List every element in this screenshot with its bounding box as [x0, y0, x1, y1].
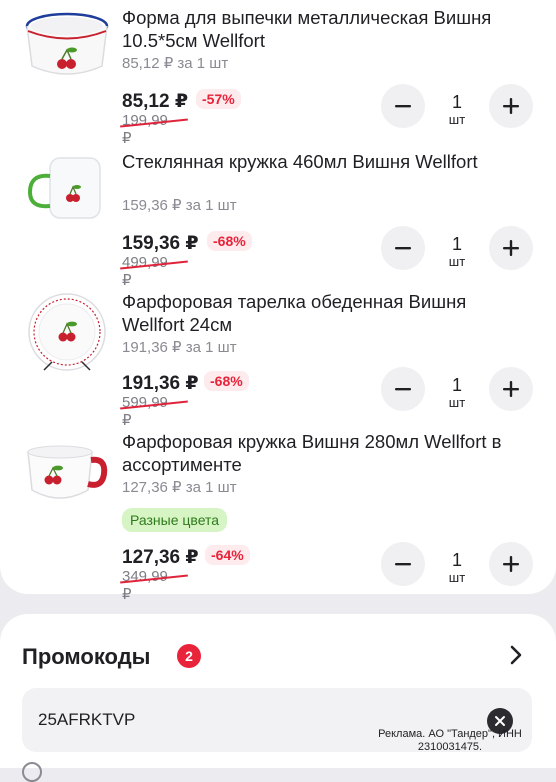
old-price: 499,99 ₽	[122, 254, 168, 289]
ad-disclaimer: Реклама. АО "Тандер", ИНН 2310031475.	[378, 728, 522, 753]
plus-icon	[503, 381, 519, 397]
product-image-porcelain-mug[interactable]	[22, 440, 112, 510]
cart-items-card: Форма для выпечки металлическая Вишня 10…	[0, 0, 556, 603]
quantity-display: 1 шт	[432, 92, 482, 128]
plus-icon	[503, 98, 519, 114]
unit-price: 85,12 ₽ за 1 шт	[122, 55, 229, 72]
unit-price: 127,36 ₽ за 1 шт	[122, 479, 237, 496]
increase-quantity-button[interactable]	[489, 226, 533, 270]
quantity-value: 1	[451, 550, 462, 570]
unit-price: 191,36 ₽ за 1 шт	[122, 339, 237, 356]
minus-icon	[395, 563, 411, 566]
minus-icon	[395, 105, 411, 108]
quantity-display: 1 шт	[432, 550, 482, 586]
decrease-quantity-button[interactable]	[381, 84, 425, 128]
plus-icon	[503, 240, 519, 256]
product-title[interactable]: Фарфоровая кружка Вишня 280мл Wellfort в…	[122, 430, 532, 476]
quantity-unit: шт	[448, 112, 466, 127]
old-price: 349,99 ₽	[122, 568, 168, 603]
product-image-glass-mug[interactable]	[22, 152, 112, 224]
decrease-quantity-button[interactable]	[381, 542, 425, 586]
product-image-baking-dish[interactable]	[22, 6, 112, 84]
promo-count-badge: 2	[177, 644, 201, 668]
decrease-quantity-button[interactable]	[381, 367, 425, 411]
discount-badge: -57%	[196, 89, 241, 109]
current-price: 85,12 ₽	[122, 91, 189, 112]
promo-code-value: 25AFRKTVP	[38, 710, 136, 729]
increase-quantity-button[interactable]	[489, 84, 533, 128]
product-title[interactable]: Фарфоровая тарелка обеденная Вишня Wellf…	[122, 290, 532, 336]
promo-codes-title[interactable]: Промокоды	[22, 644, 150, 670]
increase-quantity-button[interactable]	[489, 542, 533, 586]
variant-badge: Разные цвета	[122, 508, 228, 532]
unit-price: 159,36 ₽ за 1 шт	[122, 197, 237, 214]
current-price: 127,36 ₽	[122, 547, 199, 568]
chevron-right-icon[interactable]	[508, 644, 524, 671]
current-price: 159,36 ₽	[122, 233, 199, 254]
quantity-value: 1	[451, 234, 462, 254]
quantity-value: 1	[451, 375, 462, 395]
radio-icon[interactable]	[22, 762, 42, 782]
current-price: 191,36 ₽	[122, 373, 199, 394]
quantity-unit: шт	[448, 254, 466, 269]
quantity-value: 1	[451, 92, 462, 112]
quantity-display: 1 шт	[432, 375, 482, 411]
old-price: 599,99 ₽	[122, 394, 168, 429]
product-title[interactable]: Стеклянная кружка 460мл Вишня Wellfort	[122, 150, 532, 173]
quantity-unit: шт	[448, 395, 466, 410]
decrease-quantity-button[interactable]	[381, 226, 425, 270]
discount-badge: -68%	[204, 371, 249, 391]
discount-badge: -64%	[205, 545, 250, 565]
old-price: 199,99 ₽	[122, 112, 168, 147]
quantity-unit: шт	[448, 570, 466, 585]
product-image-plate[interactable]	[22, 290, 112, 376]
quantity-display: 1 шт	[432, 234, 482, 270]
product-title[interactable]: Форма для выпечки металлическая Вишня 10…	[122, 6, 532, 52]
minus-icon	[395, 247, 411, 250]
minus-icon	[395, 388, 411, 391]
increase-quantity-button[interactable]	[489, 367, 533, 411]
discount-badge: -68%	[207, 231, 252, 251]
plus-icon	[503, 556, 519, 572]
